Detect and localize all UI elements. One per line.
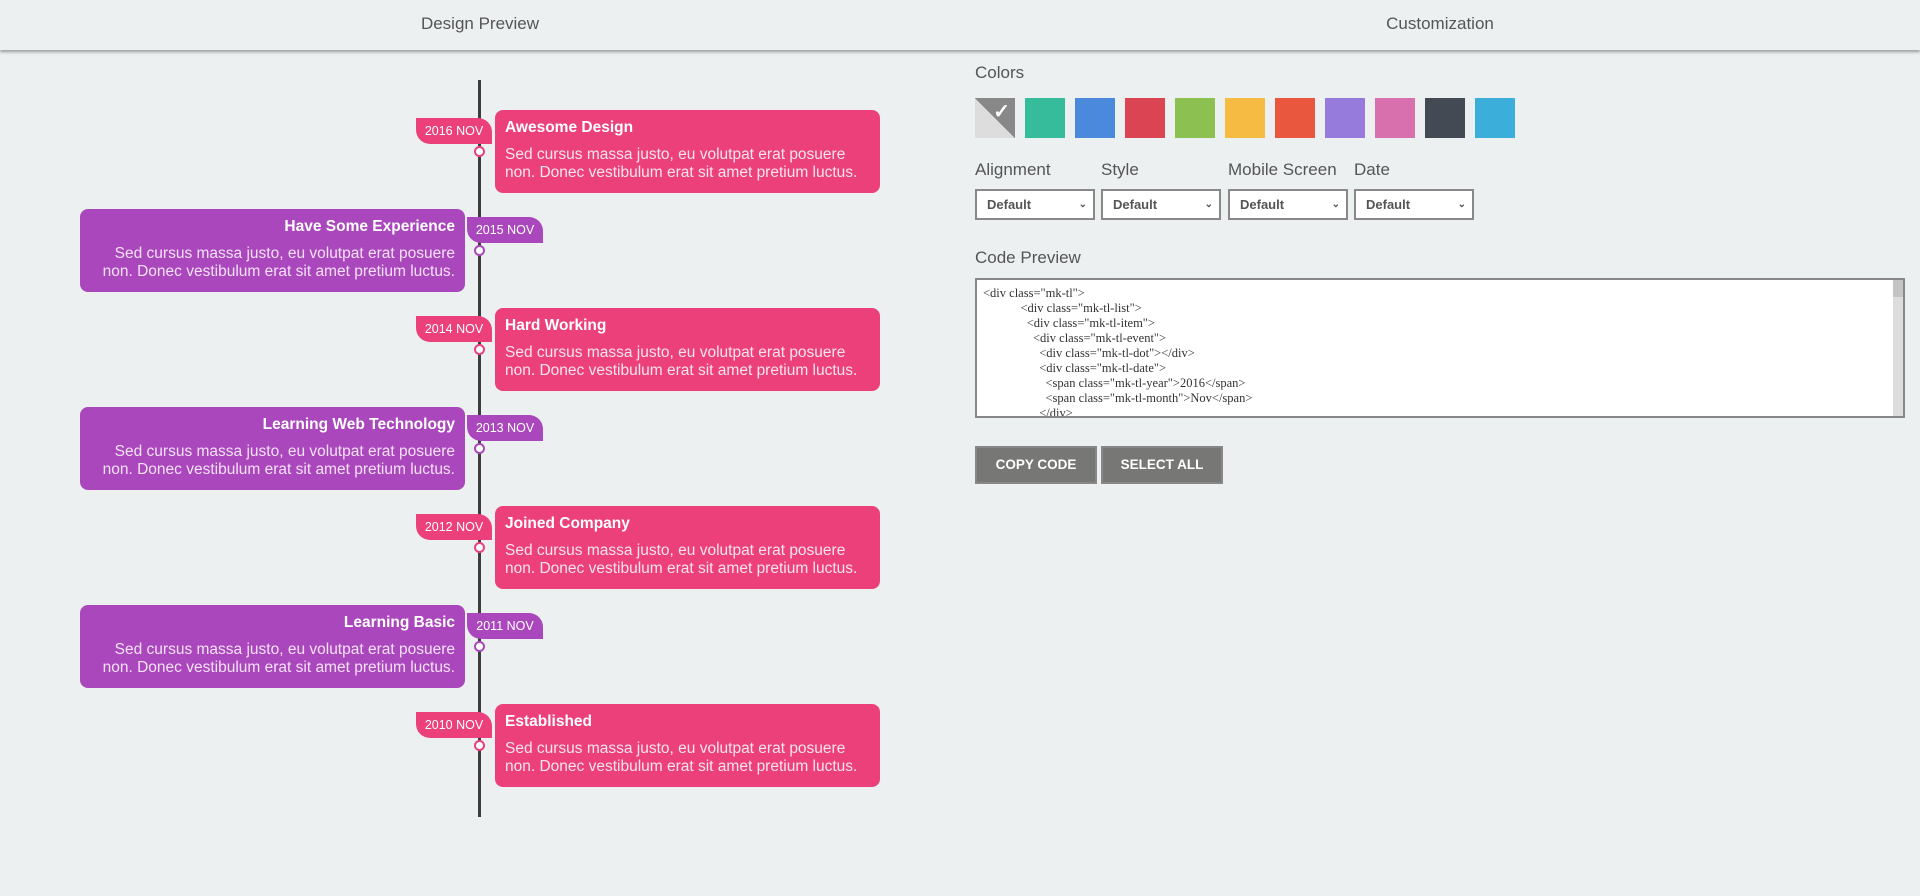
timeline-card-title: Established — [505, 713, 592, 730]
alignment-select[interactable]: Default ⌄ — [975, 189, 1095, 220]
timeline-card-title: Hard Working — [505, 317, 607, 334]
timeline-dot — [474, 443, 485, 454]
date-select[interactable]: Default ⌄ — [1354, 189, 1474, 220]
timeline-card-body: Sed cursus massa justo, eu volutpat erat… — [505, 740, 858, 775]
timeline-card-title: Have Some Experience — [284, 218, 455, 235]
color-swatch-cyan[interactable] — [1475, 98, 1515, 138]
timeline-date-badge: 2015 NOV — [467, 217, 543, 243]
color-swatch-default[interactable]: ✓ — [975, 98, 1015, 138]
timeline-card-body: Sed cursus massa justo, eu volutpat erat… — [102, 443, 455, 478]
color-swatch-dark[interactable] — [1425, 98, 1465, 138]
mobile-screen-label: Mobile Screen — [1228, 160, 1337, 179]
timeline-dot — [474, 641, 485, 652]
timeline-card: Learning Web Technology Sed cursus massa … — [80, 407, 465, 490]
copy-code-button[interactable]: COPY CODE — [975, 446, 1097, 484]
mobile-screen-select-value: Default — [1240, 197, 1285, 212]
timeline-card-body: Sed cursus massa justo, eu volutpat erat… — [505, 344, 858, 379]
color-swatch-red[interactable] — [1125, 98, 1165, 138]
timeline-dot — [474, 344, 485, 355]
timeline-card: Joined Company Sed cursus massa justo, eu… — [495, 506, 880, 589]
code-scrollbar[interactable] — [1893, 280, 1903, 416]
chevron-down-icon: ⌄ — [1204, 199, 1213, 210]
color-swatch-purple[interactable] — [1325, 98, 1365, 138]
timeline-date-badge: 2012 NOV — [416, 514, 492, 540]
color-swatch-pink[interactable] — [1375, 98, 1415, 138]
timeline-card-title: Learning Basic — [343, 614, 455, 631]
timeline-date-badge: 2010 NOV — [416, 712, 492, 738]
code-scrollbar-thumb[interactable] — [1893, 280, 1903, 297]
color-swatch-green[interactable] — [1025, 98, 1065, 138]
date-select-value: Default — [1366, 197, 1411, 212]
design-preview-title: Design Preview — [420, 14, 540, 33]
timeline-card: Established Sed cursus massa justo, eu vo… — [495, 704, 880, 787]
code-preview-content: <div class="mk-tl"> <div class="mk-tl-li… — [983, 286, 1253, 418]
color-swatch-lime[interactable] — [1175, 98, 1215, 138]
code-preview-label: Code Preview — [975, 248, 1081, 267]
color-swatch-yellow[interactable] — [1225, 98, 1265, 138]
timeline-card: Awesome Design Sed cursus massa justo, eu… — [495, 110, 880, 193]
customization-title: Customization — [1386, 14, 1494, 33]
timeline-dot — [474, 245, 485, 256]
alignment-label: Alignment — [975, 160, 1051, 179]
timeline-card: Hard Working Sed cursus massa justo, eu v… — [495, 308, 880, 391]
color-swatch-blue[interactable] — [1075, 98, 1115, 138]
timeline-card-title: Joined Company — [505, 515, 630, 532]
alignment-select-value: Default — [987, 197, 1032, 212]
timeline-card-body: Sed cursus massa justo, eu volutpat erat… — [102, 245, 455, 280]
timeline-card: Have Some Experience Sed cursus massa jus… — [80, 209, 465, 292]
timeline-dot — [474, 740, 485, 751]
color-swatch-orange[interactable] — [1275, 98, 1315, 138]
mobile-screen-select[interactable]: Default ⌄ — [1228, 189, 1348, 220]
timeline-card-title: Learning Web Technology — [262, 416, 455, 433]
timeline-date-badge: 2011 NOV — [467, 613, 543, 639]
checkmark-icon: ✓ — [993, 101, 1010, 123]
style-select-value: Default — [1113, 197, 1158, 212]
chevron-down-icon: ⌄ — [1331, 199, 1340, 210]
timeline-card: Learning Basic Sed cursus massa justo, eu… — [80, 605, 465, 688]
chevron-down-icon: ⌄ — [1457, 199, 1466, 210]
code-preview-textarea[interactable]: <div class="mk-tl"> <div class="mk-tl-li… — [975, 278, 1905, 418]
timeline-date-badge: 2013 NOV — [467, 415, 543, 441]
timeline-card-title: Awesome Design — [505, 119, 634, 136]
timeline-dot — [474, 542, 485, 553]
timeline-date-badge: 2016 NOV — [416, 118, 492, 144]
timeline-dot — [474, 146, 485, 157]
timeline-card-body: Sed cursus massa justo, eu volutpat erat… — [505, 146, 858, 181]
style-label: Style — [1101, 160, 1139, 179]
date-label: Date — [1354, 160, 1390, 179]
colors-label: Colors — [975, 63, 1025, 82]
style-select[interactable]: Default ⌄ — [1101, 189, 1221, 220]
timeline-card-body: Sed cursus massa justo, eu volutpat erat… — [102, 641, 455, 676]
select-all-button[interactable]: SELECT ALL — [1101, 446, 1223, 484]
header-bar: Design Preview Customization — [0, 0, 1920, 50]
timeline-date-badge: 2014 NOV — [416, 316, 492, 342]
timeline-card-body: Sed cursus massa justo, eu volutpat erat… — [505, 542, 858, 577]
chevron-down-icon: ⌄ — [1078, 199, 1087, 210]
